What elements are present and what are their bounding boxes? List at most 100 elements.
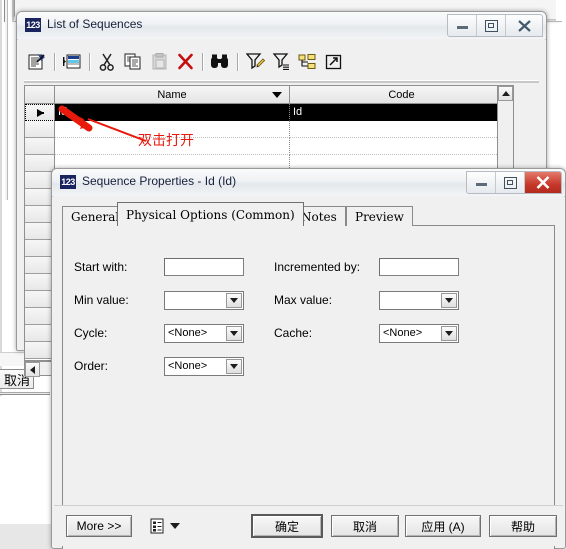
chevron-down-icon[interactable] [170,523,180,529]
restore-button[interactable] [496,172,525,193]
field-start-with-label: Start with: [74,260,128,274]
list-window-caption-buttons [447,14,543,37]
incremented-by-input[interactable] [379,258,459,276]
123-icon: 123 [25,18,41,32]
delete-icon[interactable] [172,50,198,74]
cut-icon[interactable] [94,50,120,74]
order-combo[interactable]: <None> [164,356,244,376]
cell-code[interactable] [290,121,513,138]
annotation-text: 双击打开 [138,133,194,149]
chevron-down-icon[interactable] [226,325,242,341]
open-icon[interactable] [320,50,346,74]
restore-icon [496,172,524,193]
row-header[interactable] [25,155,55,172]
cycle-combo[interactable]: <None> [164,323,244,343]
field-order: Order: <None> [74,356,244,376]
desktop-left-edge [0,0,2,460]
restore-icon [477,15,505,36]
min-value-combo[interactable] [164,290,244,310]
filter-icon[interactable] [268,50,294,74]
minimize-button[interactable] [467,172,496,193]
tab-physical-options-common[interactable]: Physical Options (Common) [117,202,304,226]
chevron-down-icon[interactable] [226,292,242,308]
toolbar-separator [50,52,59,72]
background-gap [556,0,566,21]
include-sublevels-icon[interactable] [294,50,320,74]
tab-notes-label: Notes [301,209,337,224]
minimize-button[interactable] [448,15,477,36]
row-header[interactable] [25,138,55,155]
cache-combo-value: <None> [383,327,423,339]
close-icon [525,172,561,193]
properties-icon[interactable] [24,50,50,74]
close-button[interactable] [506,15,542,36]
red-arrow-icon [58,105,147,142]
help-button[interactable]: 帮助 [489,515,557,537]
toolbar-separator [198,52,207,72]
sort-descending-icon [272,92,282,98]
cancel-button-label: 取消 [352,519,377,534]
toolbar-divider [24,80,539,83]
cell-code[interactable] [290,138,513,155]
screen: 取消 123 List of Sequences Name Code Id 双击… [0,0,566,549]
start-with-input[interactable] [164,258,244,276]
grid-header-name-label: Name [157,88,187,101]
more-button[interactable]: More >> [66,515,132,537]
grid-corner-header[interactable] [25,86,55,103]
apply-button[interactable]: 应用 (A) [405,515,481,537]
ok-button[interactable]: 确定 [251,514,323,538]
list-window-titlebar[interactable]: 123 List of Sequences [17,12,546,40]
behind-dialog-white-area-2 [0,456,50,526]
dialog-caption-buttons [466,171,562,194]
list-menu-icon[interactable] [146,515,168,537]
list-toolbar [24,47,539,76]
field-max-value-label: Max value: [274,293,333,307]
cycle-combo-value: <None> [168,327,208,339]
paste-icon [146,50,172,74]
binoculars-find-icon[interactable] [207,50,233,74]
dialog-body: General Physical Options (Common) Notes … [53,196,564,549]
cancel-button[interactable]: 取消 [331,515,399,537]
field-min-value-label: Min value: [74,293,129,307]
row-header[interactable] [25,121,55,138]
close-button[interactable] [525,172,561,193]
field-cycle-label: Cycle: [74,326,108,340]
field-incremented-by: Incremented by: [274,257,459,277]
max-value-combo[interactable] [379,290,459,310]
cache-combo[interactable]: <None> [379,323,459,343]
list-window-title: List of Sequences [47,17,143,31]
123-icon: 123 [60,175,76,189]
chevron-down-icon[interactable] [441,325,457,341]
ok-button-label: 确定 [274,519,299,534]
tab-physical-options-common-label: Physical Options (Common) [126,207,295,222]
grid-header-code[interactable]: Code [290,86,513,103]
tab-preview[interactable]: Preview [346,206,413,226]
tabstrip: General Physical Options (Common) Notes … [62,202,555,226]
more-button-label: More >> [76,519,122,533]
field-cache-label: Cache: [274,326,313,340]
scroll-up-button[interactable] [498,86,513,101]
field-max-value: Max value: [274,290,459,310]
dialog-title: Sequence Properties - Id (Id) [82,174,237,188]
help-button-label: 帮助 [510,519,535,534]
copy-icon[interactable] [120,50,146,74]
sequence-properties-dialog: 123 Sequence Properties - Id (Id) Genera… [51,168,566,549]
cell-code[interactable]: Id [290,104,513,121]
customize-filter-icon[interactable] [242,50,268,74]
close-icon [506,15,542,36]
scroll-left-button[interactable] [25,362,40,377]
order-combo-value: <None> [168,360,208,372]
toolbar-separator [233,52,242,72]
chevron-down-icon[interactable] [226,358,242,374]
row-header[interactable] [25,104,55,121]
tab-preview-label: Preview [355,209,404,224]
restore-button[interactable] [477,15,506,36]
field-order-label: Order: [74,359,109,373]
insert-row-icon[interactable] [59,50,85,74]
dialog-titlebar[interactable]: 123 Sequence Properties - Id (Id) [52,169,565,197]
chevron-down-icon[interactable] [441,292,457,308]
field-cycle: Cycle: <None> [74,323,244,343]
grid-header-name[interactable]: Name [55,86,290,103]
field-start-with: Start with: [74,257,244,277]
grid-header-row: Name Code [25,86,513,104]
